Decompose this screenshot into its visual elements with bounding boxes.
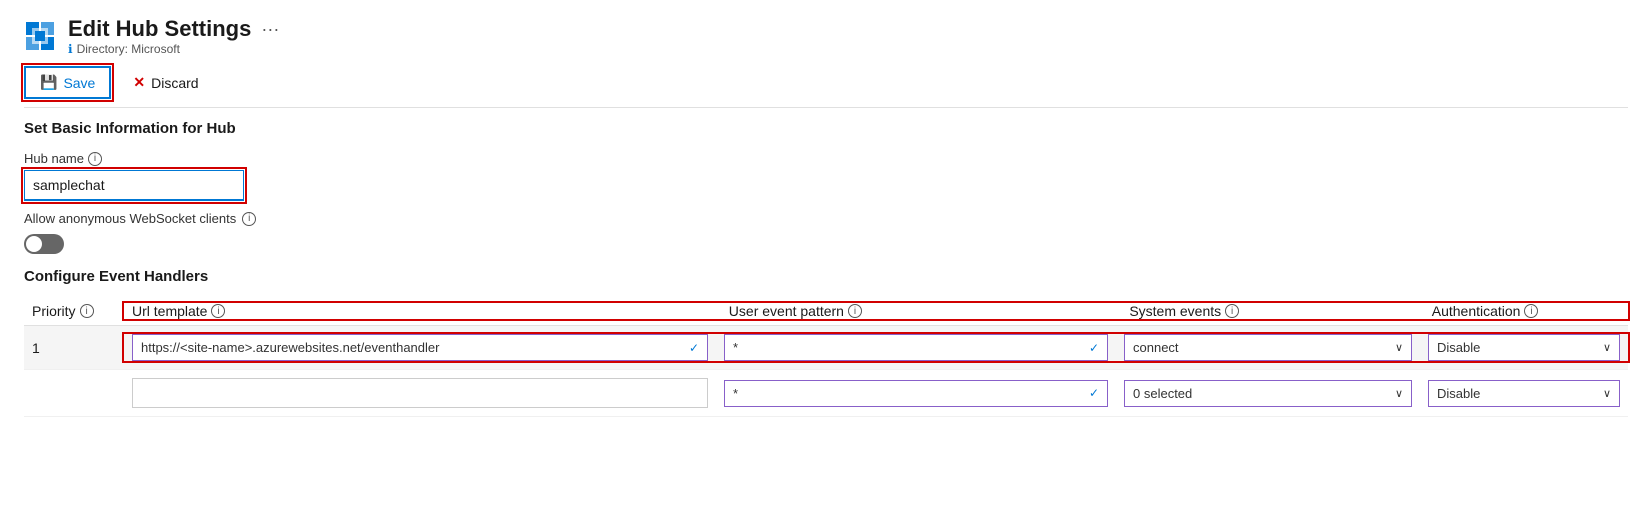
auth-value-row2: Disable xyxy=(1437,386,1599,401)
user-event-info-icon[interactable]: i xyxy=(848,304,862,318)
system-chevron-row2: ∨ xyxy=(1395,387,1403,400)
discard-icon: ✕ xyxy=(133,74,145,91)
auth-dropdown-row2[interactable]: Disable ∨ xyxy=(1428,380,1620,407)
cell-system-1[interactable]: connect ∨ xyxy=(1116,334,1420,361)
col-header-priority: Priority i xyxy=(24,303,124,319)
toolbar: 💾 Save ✕ Discard xyxy=(24,66,1628,108)
user-event-check-row2: ✓ xyxy=(1089,386,1099,400)
system-events-dropdown-row1[interactable]: connect ∨ xyxy=(1124,334,1412,361)
user-event-check-row1: ✓ xyxy=(1089,341,1099,355)
anonymous-label-wrapper: Allow anonymous WebSocket clients i xyxy=(24,211,1628,226)
cell-url-1[interactable]: https://<site-name>.azurewebsites.net/ev… xyxy=(124,334,716,361)
cell-auth-2[interactable]: Disable ∨ xyxy=(1420,378,1628,408)
cell-user-event-2[interactable]: * ✓ xyxy=(716,378,1116,408)
hub-name-info-icon[interactable]: i xyxy=(88,152,102,166)
anonymous-label-text: Allow anonymous WebSocket clients xyxy=(24,211,236,226)
table-header-row: Priority i Url template i User event pat… xyxy=(24,297,1628,326)
table-row: * ✓ 0 selected ∨ Disable ∨ xyxy=(24,370,1628,417)
discard-label: Discard xyxy=(151,75,198,91)
save-button[interactable]: 💾 Save xyxy=(24,66,111,99)
auth-value-row1: Disable xyxy=(1437,340,1599,355)
col-header-url: Url template i xyxy=(124,303,721,319)
user-event-dropdown-row1[interactable]: * ✓ xyxy=(724,334,1108,361)
user-event-value-row2: * xyxy=(733,386,1085,401)
user-event-dropdown-row2[interactable]: * ✓ xyxy=(724,380,1108,407)
auth-chevron-row2: ∨ xyxy=(1603,387,1611,400)
more-options-icon[interactable]: ··· xyxy=(261,19,279,40)
page-header: Edit Hub Settings ··· ℹ Directory: Micro… xyxy=(24,16,1628,56)
anonymous-info-icon[interactable]: i xyxy=(242,212,256,226)
discard-button[interactable]: ✕ Discard xyxy=(119,68,212,97)
cell-user-event-1[interactable]: * ✓ xyxy=(716,334,1116,361)
system-info-icon[interactable]: i xyxy=(1225,304,1239,318)
cell-auth-1[interactable]: Disable ∨ xyxy=(1420,334,1628,361)
table-row: 1 https://<site-name>.azurewebsites.net/… xyxy=(24,326,1628,370)
event-handlers-section: Configure Event Handlers Priority i Url … xyxy=(24,268,1628,417)
col-header-user-event: User event pattern i xyxy=(721,303,1122,319)
subtitle: ℹ Directory: Microsoft xyxy=(68,42,279,56)
page-title: Edit Hub Settings xyxy=(68,16,251,42)
system-events-value-row1: connect xyxy=(1133,340,1391,355)
save-icon: 💾 xyxy=(40,74,57,91)
system-chevron-row1: ∨ xyxy=(1395,341,1403,354)
hub-name-label: Hub name xyxy=(24,151,84,166)
info-icon: ℹ xyxy=(68,42,73,56)
save-label: Save xyxy=(63,75,95,91)
basic-info-section: Set Basic Information for Hub Hub name i… xyxy=(24,120,1628,254)
system-events-dropdown-row2[interactable]: 0 selected ∨ xyxy=(1124,380,1412,407)
user-event-value-row1: * xyxy=(733,340,1085,355)
app-icon xyxy=(24,20,56,52)
url-info-icon[interactable]: i xyxy=(211,304,225,318)
cell-system-2[interactable]: 0 selected ∨ xyxy=(1116,378,1420,408)
anonymous-toggle[interactable] xyxy=(24,234,64,254)
basic-info-title: Set Basic Information for Hub xyxy=(24,120,1628,137)
col-header-system: System events i xyxy=(1121,303,1423,319)
hub-name-input[interactable] xyxy=(24,170,244,201)
highlighted-columns-header: Url template i User event pattern i Syst… xyxy=(124,303,1628,319)
auth-info-icon[interactable]: i xyxy=(1524,304,1538,318)
priority-info-icon[interactable]: i xyxy=(80,304,94,318)
cell-priority-1: 1 xyxy=(24,340,124,356)
auth-dropdown-row1[interactable]: Disable ∨ xyxy=(1428,334,1620,361)
event-handlers-title: Configure Event Handlers xyxy=(24,268,1628,285)
subtitle-text: Directory: Microsoft xyxy=(77,42,180,56)
title-block: Edit Hub Settings ··· ℹ Directory: Micro… xyxy=(68,16,279,56)
auth-chevron-row1: ∨ xyxy=(1603,341,1611,354)
url-input-row1[interactable]: https://<site-name>.azurewebsites.net/ev… xyxy=(132,334,708,361)
event-handlers-table: Priority i Url template i User event pat… xyxy=(24,297,1628,417)
url-check-icon-row1: ✓ xyxy=(689,341,699,355)
system-events-value-row2: 0 selected xyxy=(1133,386,1391,401)
url-input-row2[interactable] xyxy=(132,378,708,408)
url-input-text-row1: https://<site-name>.azurewebsites.net/ev… xyxy=(141,340,685,355)
cell-url-2[interactable] xyxy=(124,378,716,408)
hub-name-label-wrapper: Hub name i xyxy=(24,151,1628,166)
col-header-auth: Authentication i xyxy=(1424,303,1628,319)
